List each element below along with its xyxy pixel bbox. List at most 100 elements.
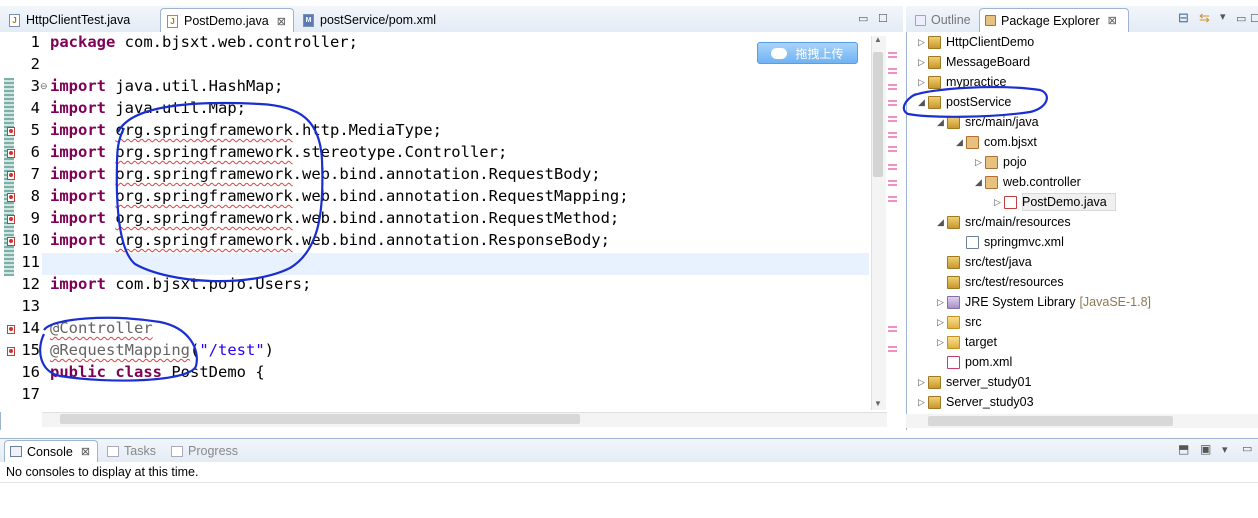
tab-label: PostDemo.java [184, 14, 269, 28]
overview-error-mark[interactable] [888, 84, 897, 90]
tree-item[interactable]: ▷ MessageBoard [918, 53, 1030, 71]
maven-pom-icon: M [303, 13, 314, 27]
close-tab-icon[interactable]: ⊠ [277, 15, 286, 28]
editor-horizontal-scroll-thumb[interactable] [60, 414, 580, 424]
tree-item[interactable]: ▷ target [937, 333, 997, 351]
tree-item[interactable]: ◢ com.bjsxt [956, 133, 1037, 151]
maximize-icon[interactable]: ☐ [878, 12, 888, 25]
overview-error-mark[interactable] [888, 196, 897, 202]
tree-item[interactable]: ▷ PostDemo.java [994, 193, 1107, 211]
line-number: 1 [30, 33, 40, 51]
tab-outline[interactable]: Outline [910, 8, 976, 32]
tab-httpclienttest[interactable]: J HttpClientTest.java [2, 8, 159, 31]
code-line: import org.springframework.http.MediaTyp… [50, 121, 442, 139]
maximize-icon[interactable]: ☐ [1250, 12, 1258, 25]
expanded-arrow-icon[interactable]: ◢ [937, 217, 947, 228]
tree-item[interactable]: ◢ src/main/resources [937, 213, 1071, 231]
tree-item[interactable]: springmvc.xml [956, 233, 1064, 251]
open-console-icon[interactable]: ▣ [1200, 442, 1211, 456]
drag-upload-button[interactable]: 拖拽上传 [757, 42, 858, 64]
collapsed-arrow-icon[interactable]: ▷ [918, 37, 928, 48]
collapsed-arrow-icon[interactable]: ▷ [937, 297, 947, 308]
tree-item[interactable]: ▷ HttpClientDemo [918, 33, 1034, 51]
tab-package-explorer[interactable]: Package Explorer ⊠ [979, 8, 1129, 32]
overview-error-mark[interactable] [888, 132, 897, 138]
error-marker-icon[interactable] [7, 215, 15, 224]
line-number: 17 [21, 385, 40, 403]
package-icon [985, 175, 998, 189]
collapsed-arrow-icon[interactable]: ▷ [918, 397, 928, 408]
tree-item[interactable]: ◢ src/main/java [937, 113, 1039, 131]
package-icon [985, 155, 998, 169]
error-marker-icon[interactable] [7, 347, 15, 356]
tab-progress[interactable]: Progress [166, 440, 243, 462]
line-number: 14 [21, 319, 40, 337]
error-marker-icon[interactable] [7, 127, 15, 136]
error-marker-icon[interactable] [7, 237, 15, 246]
error-marker-icon[interactable] [7, 193, 15, 202]
tree-item[interactable]: pom.xml [937, 353, 1012, 371]
error-marker-icon[interactable] [7, 171, 15, 180]
tree-item[interactable]: ▷ JRE System Library [JavaSE-1.8] [937, 293, 1151, 311]
close-tab-icon[interactable]: ⊠ [81, 445, 90, 458]
overview-error-mark[interactable] [888, 68, 897, 74]
error-marker-icon[interactable] [7, 149, 15, 158]
xml-file-icon [966, 235, 979, 249]
expanded-arrow-icon[interactable]: ◢ [956, 137, 966, 148]
view-menu-icon[interactable]: ▾ [1220, 10, 1226, 23]
explorer-horizontal-scroll-thumb[interactable] [928, 416, 1173, 426]
collapsed-arrow-icon[interactable]: ▷ [918, 57, 928, 68]
scroll-down-icon[interactable]: ▼ [874, 399, 882, 408]
collapsed-arrow-icon[interactable]: ▷ [918, 77, 928, 88]
overview-error-mark[interactable] [888, 52, 897, 58]
tab-pom-xml[interactable]: M postService/pom.xml [296, 8, 446, 31]
scroll-up-icon[interactable]: ▲ [874, 35, 882, 44]
minimize-icon[interactable]: ▭ [1242, 442, 1252, 455]
overview-error-mark[interactable] [888, 116, 897, 122]
tree-item[interactable]: ◢ postService [918, 93, 1011, 111]
editor-vertical-scroll-thumb[interactable] [873, 52, 883, 177]
expanded-arrow-icon[interactable]: ◢ [937, 117, 947, 128]
link-with-editor-icon[interactable]: ⇆ [1199, 10, 1210, 26]
minimize-icon[interactable]: ▭ [858, 12, 868, 25]
minimize-icon[interactable]: ▭ [1236, 12, 1246, 25]
code-token: import [50, 231, 106, 249]
overview-error-mark[interactable] [888, 100, 897, 106]
tree-item[interactable]: src/test/java [937, 253, 1032, 271]
code-token: import [50, 121, 106, 139]
tree-item[interactable]: ▷ mypractice [918, 73, 1006, 91]
tree-item[interactable]: src/test/resources [937, 273, 1064, 291]
tree-item[interactable]: ▷ server_study01 [918, 373, 1031, 391]
line-number: 7 [30, 165, 40, 183]
tab-console[interactable]: Console ⊠ [4, 440, 98, 462]
collapse-all-icon[interactable]: ⊟ [1178, 10, 1189, 26]
close-tab-icon[interactable]: ⊠ [1108, 14, 1117, 27]
tab-label: Package Explorer [1001, 13, 1100, 28]
collapsed-arrow-icon[interactable]: ▷ [918, 377, 928, 388]
error-marker-icon[interactable] [7, 325, 15, 334]
code-token: @RequestMapping [50, 341, 190, 359]
expanded-arrow-icon[interactable]: ◢ [918, 97, 928, 108]
view-menu-icon[interactable]: ▾ [1222, 443, 1228, 456]
tree-item[interactable]: ▷ Server_study03 [918, 393, 1034, 411]
collapsed-arrow-icon[interactable]: ▷ [937, 337, 947, 348]
tab-tasks[interactable]: Tasks [102, 440, 161, 462]
pin-console-icon[interactable]: ⬒ [1178, 442, 1189, 456]
collapsed-arrow-icon[interactable]: ▷ [994, 197, 1004, 208]
tree-item[interactable]: ▷ src [937, 313, 982, 331]
overview-error-mark[interactable] [888, 180, 897, 186]
fold-toggle-icon[interactable]: ⊖ [40, 81, 48, 92]
collapsed-arrow-icon[interactable]: ▷ [975, 157, 985, 168]
collapsed-arrow-icon[interactable]: ▷ [937, 317, 947, 328]
outline-icon [915, 14, 926, 26]
tree-item[interactable]: ◢ web.controller [975, 173, 1081, 191]
overview-error-mark[interactable] [888, 326, 897, 332]
overview-error-mark[interactable] [888, 164, 897, 170]
tree-item[interactable]: ▷ pojo [975, 153, 1027, 171]
tab-postdemo[interactable]: J PostDemo.java ⊠ [160, 8, 294, 33]
overview-error-mark[interactable] [888, 146, 897, 152]
expanded-arrow-icon[interactable]: ◢ [975, 177, 985, 188]
overview-error-mark[interactable] [888, 346, 897, 352]
code-line: import org.springframework.web.bind.anno… [50, 209, 619, 227]
